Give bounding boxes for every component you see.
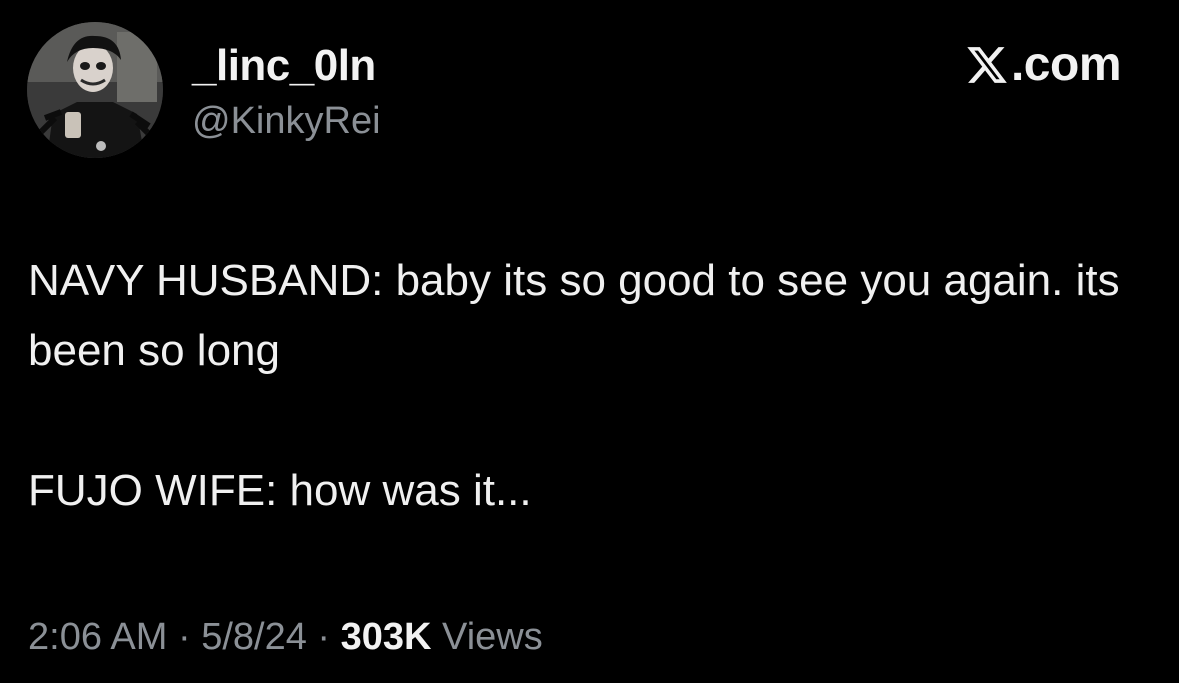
tweet-meta: 2:06 AM · 5/8/24 · 303K Views xyxy=(28,612,543,662)
user-handle[interactable]: @KinkyRei xyxy=(192,98,381,144)
meta-separator: · xyxy=(167,616,202,658)
tweet-date[interactable]: 5/8/24 xyxy=(201,616,307,658)
avatar[interactable] xyxy=(27,22,163,158)
meta-separator: · xyxy=(306,616,341,658)
view-count[interactable]: 303K xyxy=(341,616,432,658)
tweet-line-1: NAVY HUSBAND: baby its so good to see yo… xyxy=(28,256,1120,375)
avatar-photo xyxy=(27,22,163,158)
tweet-line-2: FUJO WIFE: how was it... xyxy=(28,466,532,515)
tweet-card: _linc_0ln @KinkyRei .com NAVY HUSBAND: b… xyxy=(0,0,1179,683)
user-info: _linc_0ln @KinkyRei xyxy=(192,40,381,144)
tweet-text: NAVY HUSBAND: baby its so good to see yo… xyxy=(28,246,1138,526)
views-label: Views xyxy=(431,616,543,658)
brand-text: .com xyxy=(1010,38,1122,91)
brand-logo: .com xyxy=(965,38,1122,92)
display-name[interactable]: _linc_0ln xyxy=(192,40,381,92)
x-logo-icon xyxy=(967,47,1007,83)
tweet-time[interactable]: 2:06 AM xyxy=(28,616,167,658)
